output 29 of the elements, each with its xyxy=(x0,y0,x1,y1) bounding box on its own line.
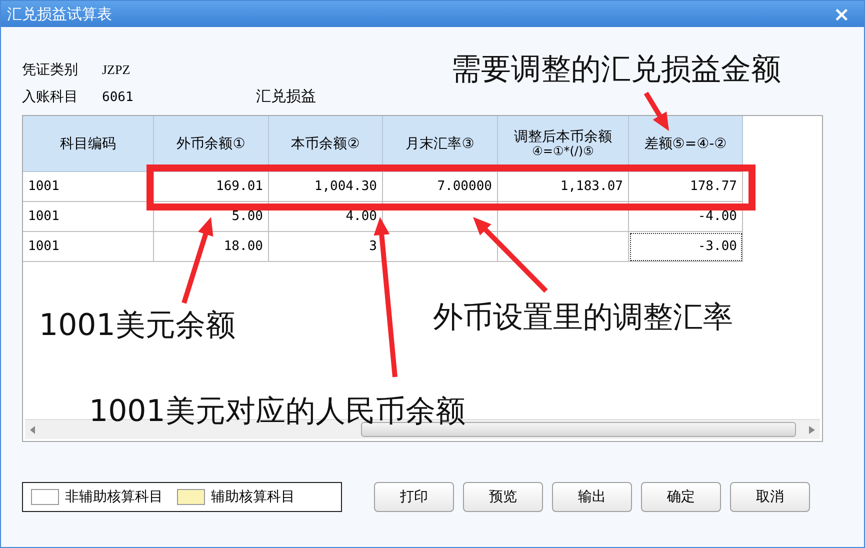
dialog-button[interactable]: 输出 xyxy=(552,482,632,512)
table-cell: 1,183.07 xyxy=(498,172,629,202)
account-name: 汇兑损益 xyxy=(256,87,316,106)
legend-label: 非辅助核算科目 xyxy=(65,488,163,506)
annotation-text: 外币设置里的调整汇率 xyxy=(433,299,733,337)
legend-label: 辅助核算科目 xyxy=(211,488,295,506)
table-cell: 1001 xyxy=(23,202,154,232)
table-cell: 169.01 xyxy=(154,172,269,202)
dialog-button[interactable]: 打印 xyxy=(374,482,454,512)
annotation-text: 1001美元对应的人民币余额 xyxy=(89,393,466,431)
dialog-button[interactable]: 预览 xyxy=(463,482,543,512)
account-code: 6061 xyxy=(102,90,134,105)
table-cell: -4.00 xyxy=(629,202,743,232)
annotation-text: 需要调整的汇兑损益金额 xyxy=(451,51,781,89)
column-header[interactable]: 科目编码 xyxy=(23,116,154,172)
window-title: 汇兑损益试算表 xyxy=(7,4,112,24)
voucher-label: 凭证类别 xyxy=(22,61,79,79)
dialog-button[interactable]: 确定 xyxy=(641,482,721,512)
table-cell: 1,004.30 xyxy=(269,172,383,202)
dialog-button[interactable]: 取消 xyxy=(730,482,810,512)
table-cell: 178.77 xyxy=(629,172,743,202)
voucher-value: JZPZ xyxy=(102,62,130,78)
table-cell: 1001 xyxy=(23,172,154,202)
table-cell: 7.00000 xyxy=(383,172,498,202)
table-cell: -3.00 xyxy=(629,232,743,262)
annotation-text: 1001美元余额 xyxy=(39,307,236,345)
arrow xyxy=(644,92,669,131)
account-label: 入账科目 xyxy=(22,88,79,106)
table-cell: 1001 xyxy=(23,232,154,262)
